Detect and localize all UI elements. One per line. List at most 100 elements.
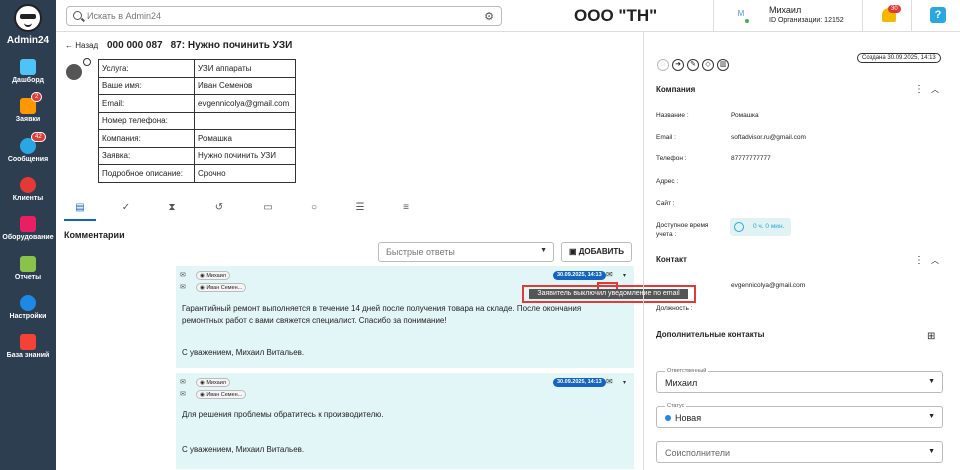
list-tab-icon[interactable]: ≡	[399, 201, 413, 215]
knowledge-icon	[20, 334, 36, 350]
online-indicator	[745, 19, 749, 23]
clock-icon	[734, 222, 744, 232]
table-row: Номер телефона:	[98, 111, 296, 130]
comment-card: ✉ ◉ Михаил ✉ ◉ Иван Семен... 30.09.2025,…	[176, 373, 634, 469]
app-logo[interactable]: Admin24	[0, 0, 56, 52]
table-row: Заявка: Нужно починить УЗИ	[98, 146, 296, 165]
chevron-down-icon: ▼	[928, 413, 935, 420]
co-executors-select[interactable]: Соисполнители ▼	[656, 441, 943, 463]
star-icon[interactable]: ☆	[657, 59, 669, 71]
notifications-badge: 30	[888, 5, 901, 13]
mail-icon: ✉	[180, 272, 186, 279]
checklist-tab-icon[interactable]: ☰	[353, 201, 367, 215]
sidebar-item-requests[interactable]: 2 Заявки	[0, 92, 56, 132]
forward-icon[interactable]: ➜	[672, 59, 684, 71]
comment-recipient: ◉ Иван Семен...	[196, 283, 247, 292]
comment-text: Для решения проблемы обратитесь к произв…	[182, 410, 384, 419]
history-tab-icon[interactable]: ↺	[212, 201, 226, 215]
sidebar-item-messages[interactable]: 42 Сообщения	[0, 132, 56, 172]
email-notification-icon[interactable]: ✉	[606, 377, 613, 386]
ticket-tabs: ▤ ✓ ⧗ ↺ ▭ ○ ☰ ≡	[64, 197, 424, 221]
sidebar-item-equipment[interactable]: Оборудование	[0, 212, 56, 250]
reports-icon	[20, 256, 36, 272]
sidebar-item-clients[interactable]: Клиенты	[0, 173, 56, 211]
company-phone: 87777777777	[731, 155, 771, 162]
app-name: Admin24	[6, 35, 50, 46]
mail-icon: ✉	[180, 284, 186, 291]
chevron-down-icon: ▼	[928, 378, 935, 385]
status-dot	[665, 415, 671, 421]
company-heading: Компания	[656, 85, 696, 94]
quick-replies-select[interactable]: Быстрые ответы ▼	[378, 242, 554, 262]
avatar[interactable]: M	[734, 9, 749, 23]
search-settings-icon[interactable]: ⚙	[484, 10, 494, 23]
comment-date: 30.09.2025, 14:13	[553, 271, 606, 280]
edit-icon[interactable]: ✎	[687, 59, 699, 71]
chevron-down-icon: ▼	[540, 247, 547, 254]
comment-menu-caret[interactable]: ▾	[623, 379, 626, 386]
search-box[interactable]: ⚙	[66, 6, 502, 26]
status-select[interactable]: Статус Новая ▼	[656, 403, 943, 428]
dashboard-icon	[20, 59, 36, 75]
ticket-number: 000 000 087	[107, 40, 163, 51]
organization-name: ООО "ТН"	[574, 6, 658, 25]
logo-icon	[14, 4, 42, 32]
clients-icon	[20, 177, 36, 193]
company-name: Ромашка	[731, 112, 759, 119]
table-row: Компания: Ромашка	[98, 129, 296, 148]
idea-tab-icon[interactable]: ○	[307, 201, 321, 215]
active-tab-indicator	[64, 219, 96, 221]
delete-icon[interactable]: ▥	[717, 59, 729, 71]
comment-text: Гарантийный ремонт выполняется в течение…	[182, 304, 582, 325]
sidebar-item-reports[interactable]: Отчеты	[0, 252, 56, 290]
comment-date: 30.09.2025, 14:13	[553, 378, 606, 387]
ticket-title: 000 000 087 87: Нужно починить УЗИ	[107, 40, 300, 51]
sidebar-item-settings[interactable]: Настройки	[0, 291, 56, 329]
responsible-select[interactable]: Ответственный Михаил ▼	[656, 368, 943, 393]
tag-icon[interactable]: ◇	[702, 59, 714, 71]
comment-card: ✉ ◉ Михаил ✉ ◉ Иван Семен... 30.09.2025,…	[176, 266, 634, 368]
email-notification-icon[interactable]: ✉	[606, 270, 613, 279]
add-comment-button[interactable]: ▣ ДОБАВИТЬ	[561, 242, 632, 262]
time-button[interactable]: 0 ч. 0 мин.	[730, 218, 791, 236]
check-tab-icon[interactable]: ✓	[119, 201, 133, 215]
messages-badge: 42	[31, 132, 46, 142]
contact-heading: Контакт	[656, 255, 687, 264]
equipment-icon	[20, 216, 36, 232]
table-row: Подробное описание: Срочно	[98, 164, 296, 183]
search-icon	[73, 11, 82, 20]
add-contact-icon[interactable]: ⊞	[927, 331, 935, 342]
company-email: softadvisor.ru@gmail.com	[731, 134, 806, 141]
sidebar-item-dashboard[interactable]: Дашборд	[0, 55, 56, 93]
mail-icon: ✉	[180, 391, 186, 398]
gear-icon	[20, 295, 36, 311]
ticket-info-table: Услуга: УЗИ аппараты Ваше имя: Иван Семено…	[98, 59, 296, 183]
table-row: Ваше имя: Иван Семенов	[98, 76, 296, 95]
comment-author: ◉ Михаил	[196, 378, 231, 387]
requests-badge: 2	[31, 92, 43, 102]
help-icon[interactable]: ?	[930, 7, 946, 23]
chevron-down-icon: ▼	[928, 448, 935, 455]
mail-icon: ✉	[180, 379, 186, 386]
hourglass-tab-icon[interactable]: ⧗	[165, 201, 179, 215]
user-avatar-icon	[66, 64, 82, 80]
sidebar-item-knowledge[interactable]: База знаний	[0, 330, 56, 368]
extra-contacts-heading: Дополнительные контакты	[656, 330, 765, 339]
comment-signature: С уважением, Михаил Витальев.	[182, 445, 305, 454]
more-icon[interactable]: ⋮	[914, 255, 924, 266]
mini-avatar-icon	[83, 58, 91, 66]
more-icon[interactable]: ⋮	[914, 84, 924, 95]
sidebar: Admin24 Дашборд 2 Заявки 42 Сообщения Кл…	[0, 0, 56, 470]
chevron-up-icon[interactable]: ︿	[931, 84, 939, 95]
user-name: Михаил	[769, 5, 802, 15]
comment-recipient: ◉ Иван Семен...	[196, 390, 247, 399]
back-button[interactable]: ← Назад	[65, 41, 98, 50]
contact-email: evgennicolya@gmail.com	[731, 282, 806, 289]
top-bar: ⚙ ООО "ТН" M Михаил ID Организации: 1215…	[56, 0, 960, 32]
search-input[interactable]	[87, 9, 467, 23]
organization-id: ID Организации: 12152	[769, 17, 844, 24]
equipment-tab-icon[interactable]: ▭	[261, 201, 275, 215]
comment-menu-caret[interactable]: ▾	[623, 272, 626, 279]
chevron-up-icon[interactable]: ︿	[931, 255, 939, 266]
comments-tab-icon[interactable]: ▤	[73, 201, 87, 215]
